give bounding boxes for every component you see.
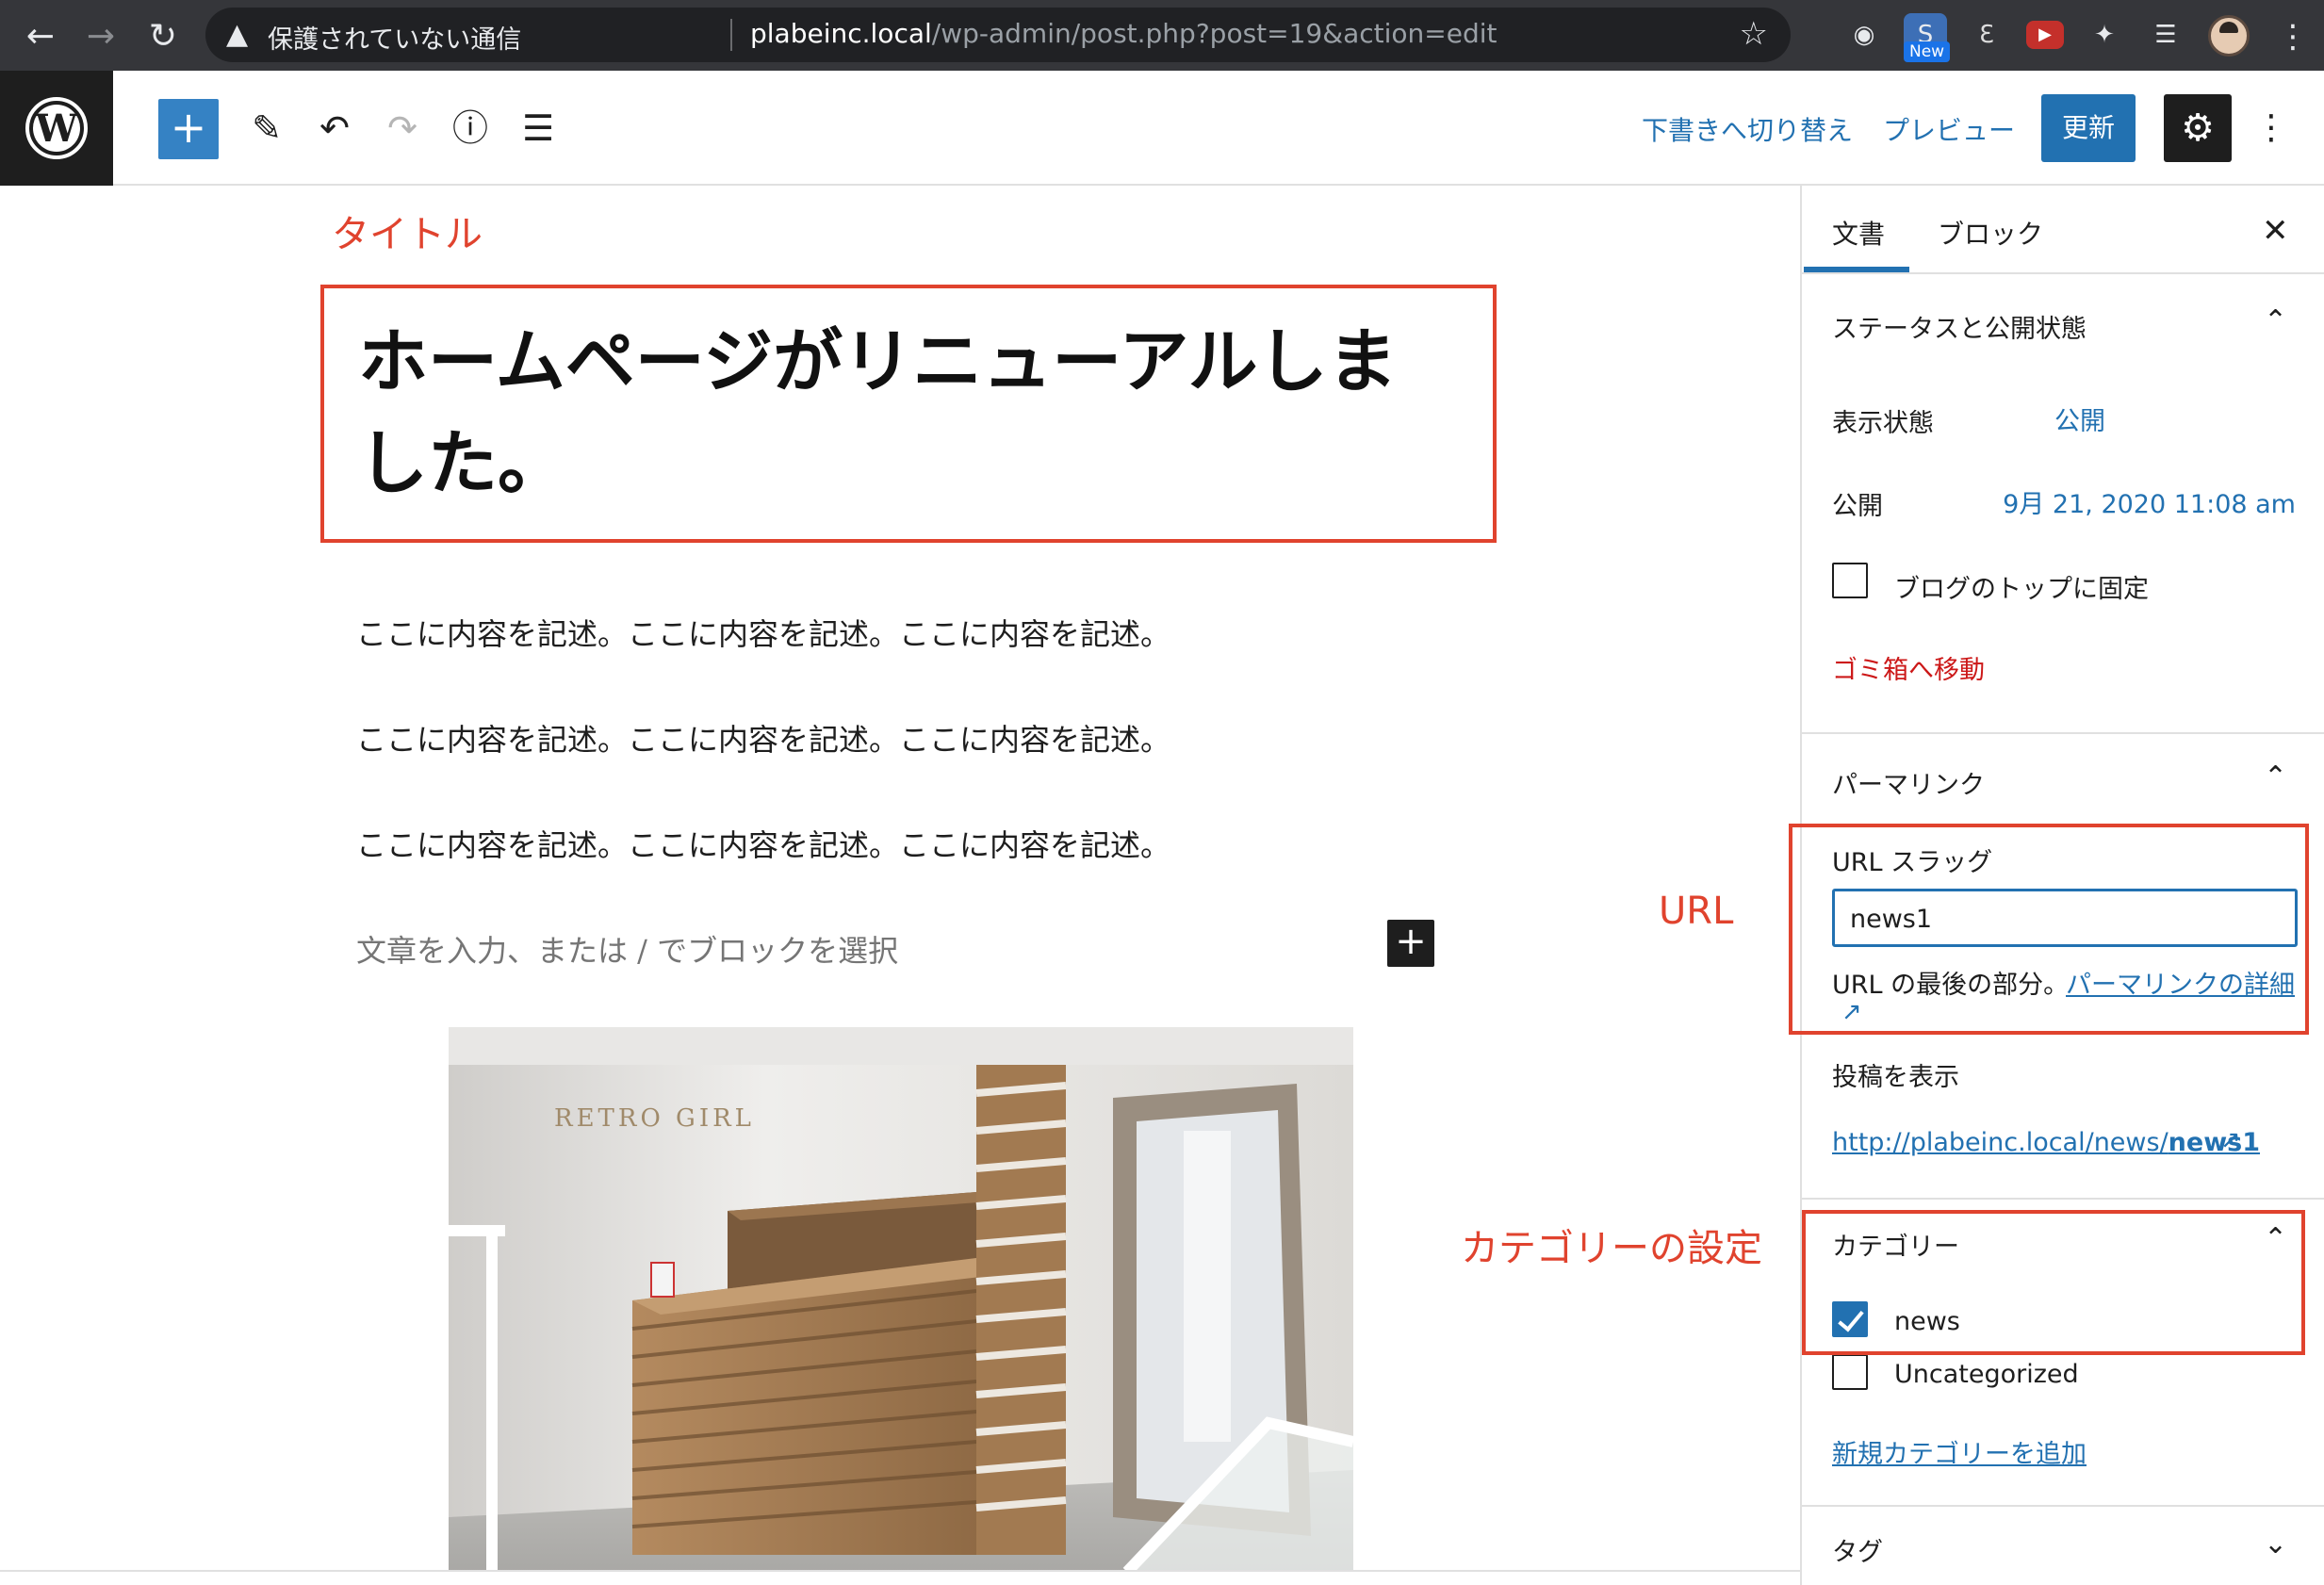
- view-post-label: 投稿を表示: [1832, 1063, 1959, 1092]
- publish-label: 公開: [1832, 492, 1883, 521]
- forward-icon[interactable]: →: [77, 13, 124, 60]
- url-annotation: URL: [1659, 890, 1734, 933]
- redo-icon[interactable]: ↷: [373, 99, 432, 157]
- post-title[interactable]: ホームページがリニューアルしました。: [358, 311, 1442, 515]
- paragraph-block[interactable]: ここに内容を記述。ここに内容を記述。ここに内容を記述。: [356, 716, 1170, 760]
- sticky-label[interactable]: ブログのトップに固定: [1894, 568, 2149, 605]
- new-block-placeholder[interactable]: 文章を入力、または / でブロックを選択: [356, 927, 898, 971]
- settings-gear-icon[interactable]: ⚙: [2164, 94, 2232, 162]
- e-extension-icon[interactable]: ℇ: [1965, 13, 2008, 57]
- visibility-label: 表示状態: [1832, 409, 1934, 438]
- editor-header: W + ✎ ↶ ↷ ⓘ ☰ 下書きへ切り替え プレビュー 更新 ⚙ ⋮: [0, 71, 2324, 186]
- permalink-panel-title[interactable]: パーマリンク: [1832, 764, 1985, 801]
- category-highlight-box: [1802, 1210, 2305, 1355]
- post-url-link[interactable]: http://plabeinc.local/news/news1: [1832, 1128, 2260, 1157]
- video-extension-icon[interactable]: ▶: [2026, 21, 2064, 49]
- external-link-icon[interactable]: ↗: [2220, 1126, 2241, 1154]
- profile-avatar[interactable]: [2208, 15, 2250, 57]
- paragraph-block[interactable]: ここに内容を記述。ここに内容を記述。ここに内容を記述。: [356, 822, 1170, 865]
- update-button[interactable]: 更新: [2041, 94, 2136, 162]
- tab-block[interactable]: ブロック: [1938, 214, 2043, 252]
- media-queue-icon[interactable]: ☰: [2144, 13, 2187, 57]
- retro-girl-sign: RETRO GIRL: [554, 1104, 755, 1133]
- camera-extension-icon[interactable]: ◉: [1842, 13, 1886, 57]
- address-bar[interactable]: ▲ 保護されていない通信 plabeinc.local/wp-admin/pos…: [205, 8, 1791, 62]
- title-annotation: タイトル: [332, 213, 483, 256]
- tab-document[interactable]: 文書: [1832, 214, 1885, 252]
- bookmark-star-icon[interactable]: ☆: [1740, 15, 1768, 53]
- omnibox-divider: [730, 19, 732, 51]
- chevron-up-icon[interactable]: ⌃: [2264, 760, 2287, 793]
- panel-divider: [1802, 1505, 2324, 1507]
- chevron-down-icon[interactable]: ⌄: [2264, 1528, 2287, 1560]
- publish-date-link[interactable]: 9月 21, 2020 11:08 am: [2003, 483, 2296, 520]
- back-icon[interactable]: ←: [17, 13, 64, 60]
- info-icon[interactable]: ⓘ: [441, 99, 499, 157]
- category-checkbox-uncategorized[interactable]: [1832, 1354, 1868, 1390]
- image-block[interactable]: RETRO GIRL: [449, 1027, 1353, 1572]
- browser-menu-icon[interactable]: ⋮: [2269, 13, 2316, 60]
- preview-button[interactable]: プレビュー: [1883, 110, 2015, 148]
- list-view-icon[interactable]: ☰: [509, 99, 567, 157]
- category-annotation: カテゴリーの設定: [1461, 1227, 1762, 1270]
- close-icon[interactable]: ✕: [2262, 212, 2289, 250]
- move-to-trash-link[interactable]: ゴミ箱へ移動: [1832, 649, 1985, 686]
- wordpress-logo-icon[interactable]: W: [0, 71, 113, 186]
- panel-divider: [1802, 732, 2324, 734]
- url-text[interactable]: plabeinc.local/wp-admin/post.php?post=19…: [750, 18, 1497, 49]
- svg-text:W: W: [35, 106, 79, 151]
- status-panel-title[interactable]: ステータスと公開状態: [1832, 308, 2087, 345]
- paragraph-block[interactable]: ここに内容を記述。ここに内容を記述。ここに内容を記述。: [356, 611, 1170, 654]
- add-new-category-link[interactable]: 新規カテゴリーを追加: [1832, 1433, 2087, 1470]
- url-highlight-box: [1789, 824, 2309, 1035]
- category-label-uncategorized[interactable]: Uncategorized: [1894, 1360, 2079, 1389]
- tag-panel-title[interactable]: タグ: [1832, 1531, 1883, 1568]
- sticky-checkbox[interactable]: [1832, 563, 1868, 598]
- undo-icon[interactable]: ↶: [305, 99, 364, 157]
- tabs-divider: [1802, 272, 2324, 274]
- reload-icon[interactable]: ↻: [139, 13, 187, 60]
- reception-photo: RETRO GIRL: [449, 1027, 1353, 1572]
- add-block-button[interactable]: +: [1387, 920, 1434, 967]
- panel-divider: [1802, 1198, 2324, 1200]
- warning-icon: ▲: [226, 18, 249, 51]
- security-label: 保護されていない通信: [268, 25, 522, 55]
- switch-to-draft-button[interactable]: 下書きへ切り替え: [1642, 110, 1853, 148]
- browser-toolbar: ← → ↻ ▲ 保護されていない通信 plabeinc.local/wp-adm…: [0, 0, 2324, 71]
- more-options-icon[interactable]: ⋮: [2254, 99, 2288, 157]
- chevron-up-icon[interactable]: ⌃: [2264, 304, 2287, 337]
- block-inserter-button[interactable]: +: [158, 99, 219, 159]
- editor-footer: [0, 1570, 1800, 1585]
- extension-new-badge: New: [1904, 41, 1951, 62]
- puzzle-extensions-icon[interactable]: ✦: [2083, 13, 2126, 57]
- visibility-value-link[interactable]: 公開: [2054, 400, 2105, 437]
- edit-tools-pencil-icon[interactable]: ✎: [237, 99, 296, 157]
